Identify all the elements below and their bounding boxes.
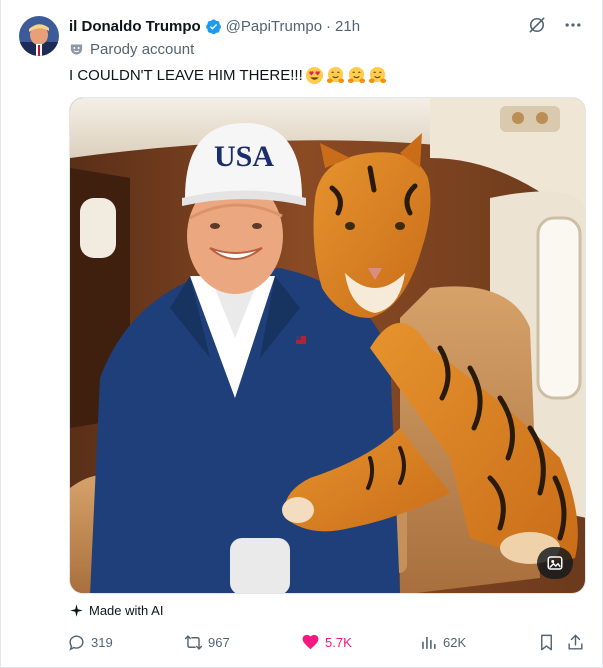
tweet-body: I COULDN'T LEAVE HIM THERE!!! — [69, 67, 303, 84]
cap-text: USA — [214, 140, 274, 173]
separator-dot: · — [326, 17, 332, 35]
header-actions — [526, 14, 584, 36]
made-with-ai-label[interactable]: Made with AI — [69, 603, 163, 618]
author-handle[interactable]: @PapiTrumpo — [226, 18, 322, 35]
grok-icon[interactable] — [526, 14, 548, 36]
reply-button[interactable]: 319 — [67, 631, 113, 653]
reply-icon — [69, 634, 84, 651]
reply-count: 319 — [91, 634, 113, 650]
post-card: il Donaldo Trumpo @PapiTrumpo · 21h Paro… — [0, 0, 603, 668]
bookmark-button[interactable] — [537, 631, 556, 653]
avatar[interactable] — [19, 16, 59, 56]
views-button[interactable]: 62K — [419, 631, 466, 653]
action-bar: 319 967 5.7K 62K — [67, 631, 589, 655]
tweet-text: I COULDN'T LEAVE HIM THERE!!! — [69, 66, 387, 85]
hugging-face-emoji-icon — [347, 66, 366, 85]
post-header: il Donaldo Trumpo @PapiTrumpo · 21h — [69, 16, 360, 36]
repost-count: 967 — [208, 634, 230, 650]
heart-eyes-emoji-icon — [305, 66, 324, 85]
author-name[interactable]: il Donaldo Trumpo — [69, 18, 201, 35]
share-icon — [568, 634, 583, 650]
hugging-face-emoji-icon — [326, 66, 345, 85]
sparkle-icon — [70, 604, 83, 617]
views-chart-icon — [422, 636, 436, 649]
repost-button[interactable]: 967 — [184, 631, 230, 653]
like-button[interactable]: 5.7K — [301, 631, 352, 653]
hugging-face-emoji-icon — [368, 66, 387, 85]
like-count: 5.7K — [325, 634, 352, 650]
post-time[interactable]: 21h — [335, 18, 360, 35]
share-button[interactable] — [566, 631, 585, 653]
image-alt-button[interactable] — [537, 547, 573, 579]
verified-badge-icon — [205, 18, 222, 35]
repost-icon — [184, 634, 203, 650]
heart-filled-icon — [302, 634, 319, 649]
parody-label-text: Parody account — [90, 41, 195, 58]
more-options-icon[interactable] — [562, 14, 584, 36]
views-count: 62K — [443, 634, 467, 650]
bookmark-icon — [541, 634, 552, 650]
post-image[interactable]: USA — [69, 97, 586, 594]
parody-label: Parody account — [69, 41, 194, 58]
made-with-ai-text: Made with AI — [89, 603, 164, 618]
image-info-icon — [547, 556, 563, 570]
parody-mask-icon — [70, 44, 83, 55]
